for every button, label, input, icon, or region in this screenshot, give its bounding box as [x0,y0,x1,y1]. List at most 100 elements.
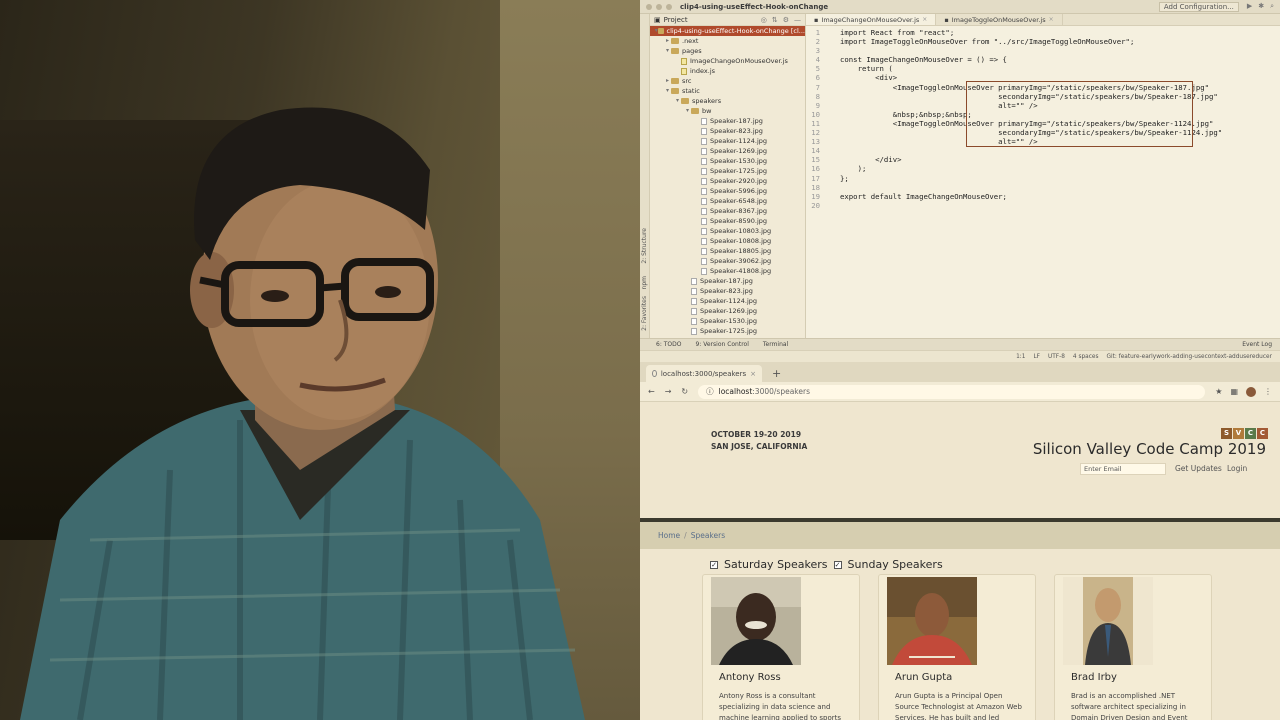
favorites-tool-tab[interactable]: 2: Favorites [641,296,648,331]
js-file-icon: ▪ [814,15,819,24]
status-item[interactable]: 4 spaces [1073,354,1099,360]
tree-item[interactable]: Speaker-1725.jpg [650,166,805,176]
tree-item[interactable]: Speaker-1124.jpg [650,296,805,306]
new-tab-button[interactable]: + [768,365,785,382]
tree-item[interactable]: ImageChangeOnMouseOver.js [650,56,805,66]
project-panel-label[interactable]: Project [664,16,688,24]
browser-tab[interactable]: localhost:3000/speakers × [646,365,762,382]
chevron-down-icon[interactable]: ▾ [664,46,671,56]
tree-item[interactable]: Speaker-41808.jpg [650,266,805,276]
bottom-tool-bar: 6: TODO 9: Version Control Terminal Even… [640,338,1280,350]
tree-item[interactable]: Speaker-1124.jpg [650,136,805,146]
reload-icon[interactable]: ↻ [681,387,688,396]
tree-item[interactable]: Speaker-10803.jpg [650,226,805,236]
code-line: 18 [806,183,1280,192]
bookmark-star-icon[interactable]: ★ [1215,387,1222,396]
saturday-checkbox[interactable]: ✓ [710,560,718,569]
breadcrumb-speakers[interactable]: Speakers [691,531,725,540]
tree-item[interactable]: Speaker-1269.jpg [650,306,805,316]
extension-icon[interactable]: ▦ [1230,387,1238,396]
todo-tool-tab[interactable]: 6: TODO [656,341,681,348]
line-number: 13 [811,137,820,147]
tree-item[interactable]: ▾ bw [650,106,805,116]
tree-item[interactable]: ▾ clip4-using-useEffect-Hook-onChange [cl… [650,26,805,36]
screen-share: clip4-using-useEffect-Hook-onChange Add … [640,0,1280,720]
get-updates-button[interactable]: Get Updates [1175,464,1222,473]
close-icon[interactable]: × [922,16,927,23]
close-icon[interactable]: × [1049,16,1054,23]
tree-item[interactable]: Speaker-8590.jpg [650,216,805,226]
speaker-card[interactable]: Arun Gupta Arun Gupta is a Principal Ope… [878,574,1036,720]
editor-tab-label: ImageToggleOnMouseOver.js [951,15,1046,24]
tree-item[interactable]: Speaker-1530.jpg [650,156,805,166]
tree-item[interactable]: Speaker-5996.jpg [650,186,805,196]
search-icon[interactable]: ⌕ [1270,2,1274,11]
tree-item[interactable]: Speaker-1530.jpg [650,316,805,326]
tree-item[interactable]: Speaker-8367.jpg [650,206,805,216]
line-number: 18 [811,182,820,192]
status-item[interactable]: 1:1 [1016,354,1025,360]
debug-icon[interactable]: ✱ [1258,2,1264,11]
code-line: 12 secondaryImg="/static/speakers/bw/Spe… [806,128,1280,137]
chevron-right-icon[interactable]: ▸ [664,36,671,46]
tree-item[interactable]: Speaker-187.jpg [650,276,805,286]
breadcrumb-home[interactable]: Home [658,531,680,540]
chevron-down-icon[interactable]: ▾ [664,86,671,96]
sunday-checkbox[interactable]: ✓ [833,560,842,569]
chevron-down-icon[interactable]: ▾ [674,96,681,106]
tree-item[interactable]: Speaker-39062.jpg [650,256,805,266]
tree-item[interactable]: Speaker-823.jpg [650,126,805,136]
site-title: Silicon Valley Code Camp 2019 [1032,440,1266,458]
locate-icon[interactable]: ◎ [761,16,767,24]
tree-item[interactable]: Speaker-1269.jpg [650,146,805,156]
event-log-tab[interactable]: Event Log [1242,341,1280,348]
version-control-tool-tab[interactable]: 9: Version Control [695,341,748,348]
back-icon[interactable]: ← [648,387,655,396]
login-link[interactable]: Login [1227,464,1247,473]
structure-tool-tab[interactable]: 2: Structure [641,228,648,264]
tree-item[interactable]: ▸ src [650,76,805,86]
address-bar[interactable]: ⓘ localhost:3000/speakers [698,384,1206,399]
tree-item[interactable]: index.js [650,66,805,76]
line-number: 15 [811,155,820,165]
email-input[interactable]: Enter Email [1080,463,1166,475]
window-controls[interactable] [646,3,672,10]
collapse-icon[interactable]: ⇅ [772,16,778,24]
speaker-card[interactable]: Brad Irby Brad is an accomplished .NET s… [1054,574,1212,720]
add-configuration-button[interactable]: Add Configuration... [1158,1,1239,12]
terminal-tool-tab[interactable]: Terminal [763,341,788,348]
chevron-right-icon[interactable]: ▸ [664,76,671,86]
code-line: 8 secondaryImg="/static/speakers/bw/Spea… [806,92,1280,101]
status-item[interactable]: LF [1033,354,1040,360]
folder-icon [671,88,679,94]
tree-item[interactable]: Speaker-823.jpg [650,286,805,296]
line-number: 1 [815,28,820,37]
code-text: <ImageToggleOnMouseOver primaryImg="/sta… [840,118,1214,128]
code-area[interactable]: 1 import React from "react"; 2 import Image… [806,28,1280,338]
tree-item[interactable]: ▾ speakers [650,96,805,106]
tree-item[interactable]: Speaker-6548.jpg [650,196,805,206]
tree-item[interactable]: Speaker-1725.jpg [650,326,805,336]
forward-icon[interactable]: → [665,387,672,396]
gear-icon[interactable]: ⚙ [783,16,789,24]
menu-icon[interactable]: ⋮ [1264,387,1272,396]
chevron-down-icon[interactable]: ▾ [684,106,691,116]
profile-avatar[interactable] [1246,386,1256,397]
editor-tab[interactable]: ▪ ImageToggleOnMouseOver.js × [936,14,1063,25]
npm-tool-tab[interactable]: npm [641,276,648,289]
tree-item[interactable]: ▸ .next [650,36,805,46]
run-icon[interactable]: ▶ [1247,2,1252,11]
tree-item[interactable]: ▾ pages [650,46,805,56]
tree-item[interactable]: ▾ static [650,86,805,96]
status-item[interactable]: Git: feature-earlywork-adding-usecontext… [1106,354,1272,360]
status-item[interactable]: UTF-8 [1048,354,1065,360]
speaker-card[interactable]: Antony Ross Antony Ross is a consultant … [702,574,860,720]
line-number: 11 [811,118,820,128]
editor-tab[interactable]: ▪ ImageChangeOnMouseOver.js × [806,14,937,25]
close-tab-icon[interactable]: × [750,370,756,378]
tree-item[interactable]: Speaker-2920.jpg [650,176,805,186]
tree-item[interactable]: Speaker-187.jpg [650,116,805,126]
tree-item[interactable]: Speaker-18805.jpg [650,246,805,256]
tree-item[interactable]: Speaker-10808.jpg [650,236,805,246]
hide-icon[interactable]: — [794,16,801,24]
